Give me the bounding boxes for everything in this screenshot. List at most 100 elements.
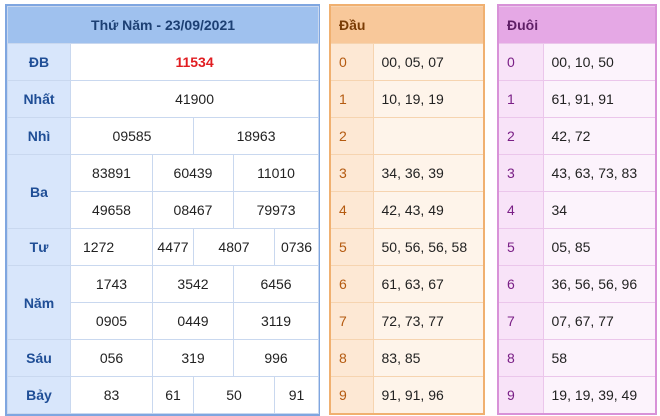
dau-table: Đầu 0 00, 05, 07 1 10, 19, 19 2 3 34, 36, 39 4 4… [329, 4, 485, 415]
table-row: 8 83, 85 [331, 339, 483, 377]
duoi-digit: 4 [499, 191, 544, 229]
prize-number: 83891 [70, 154, 153, 192]
prize-number: 11010 [232, 154, 320, 192]
table-row: 5 05, 85 [499, 228, 655, 266]
table-row: 1 10, 19, 19 [331, 80, 483, 118]
duoi-numbers: 61, 91, 91 [543, 80, 655, 118]
prize-number: 79973 [232, 191, 320, 229]
dau-digit: 2 [331, 117, 374, 155]
duoi-numbers: 05, 85 [543, 228, 655, 266]
duoi-digit: 3 [499, 154, 544, 192]
prize-number: 996 [232, 339, 320, 377]
prize-row-sau: Sáu 056 319 996 [7, 339, 320, 377]
table-row: 0 00, 10, 50 [499, 43, 655, 81]
table-row: 2 [331, 117, 483, 155]
prize-row-nhi: Nhì 09585 18963 [7, 117, 320, 155]
dau-digit: 6 [331, 265, 374, 303]
prize-row-nam: Năm 1743 3542 6456 [7, 265, 320, 340]
dau-digit: 5 [331, 228, 374, 266]
duoi-title: Đuôi [499, 6, 655, 44]
special-prize-number: 11534 [69, 43, 320, 81]
duoi-digit: 5 [499, 228, 544, 266]
duoi-numbers: 00, 10, 50 [543, 43, 655, 81]
prize-row-ba: Ba 83891 60439 11010 [7, 154, 320, 229]
prize-row-nhat: Nhất 41900 [7, 80, 320, 118]
dau-numbers [373, 117, 483, 155]
table-row: 0 00, 05, 07 [331, 43, 483, 81]
duoi-numbers: 19, 19, 39, 49 [543, 376, 655, 413]
dau-numbers: 34, 36, 39 [373, 154, 483, 192]
dau-title: Đầu [331, 6, 483, 44]
table-row: 3 34, 36, 39 [331, 154, 483, 192]
prize-label-nhat: Nhất [7, 80, 71, 118]
duoi-digit: 8 [499, 339, 544, 377]
prize-number: 49658 [70, 191, 153, 229]
prize-row-db: ĐB 11534 [7, 43, 320, 81]
dau-numbers: 91, 91, 96 [373, 376, 483, 413]
dau-digit: 0 [331, 43, 374, 81]
duoi-numbers: 07, 67, 77 [543, 302, 655, 340]
prize-number: 0736 [273, 228, 320, 266]
duoi-table: Đuôi 0 00, 10, 50 1 61, 91, 91 2 42, 72 3 43, 6… [497, 4, 657, 415]
dau-numbers: 61, 63, 67 [373, 265, 483, 303]
dau-numbers: 42, 43, 49 [373, 191, 483, 229]
prize-label-ba: Ba [7, 154, 71, 229]
prize-number: 08467 [152, 191, 234, 229]
prize-number: 0449 [152, 302, 234, 340]
prize-number: 60439 [152, 154, 234, 192]
prize-number: 056 [70, 339, 153, 377]
dau-numbers: 50, 56, 56, 58 [373, 228, 483, 266]
dau-numbers: 00, 05, 07 [373, 43, 483, 81]
prize-number: 1743 [70, 265, 153, 303]
duoi-numbers: 43, 63, 73, 83 [543, 154, 655, 192]
duoi-rows: 0 00, 10, 50 1 61, 91, 91 2 42, 72 3 43, 63, 73… [499, 43, 655, 413]
duoi-digit: 7 [499, 302, 544, 340]
table-row: 6 61, 63, 67 [331, 265, 483, 303]
duoi-digit: 2 [499, 117, 544, 155]
prize-number: 4477 [152, 228, 194, 266]
table-row: 7 72, 73, 77 [331, 302, 483, 340]
table-row: 4 42, 43, 49 [331, 191, 483, 229]
prize-label-nam: Năm [7, 265, 71, 340]
dau-digit: 3 [331, 154, 374, 192]
prize-number: 09585 [70, 117, 194, 155]
table-row: 4 34 [499, 191, 655, 229]
results-date-title: Thứ Năm - 23/09/2021 [6, 6, 320, 44]
table-row: 9 19, 19, 39, 49 [499, 376, 655, 413]
dau-digit: 4 [331, 191, 374, 229]
prize-label-nhi: Nhì [7, 117, 71, 155]
prize-label-tu: Tư [7, 228, 71, 266]
prize-number: 83 [70, 376, 153, 414]
dau-digit: 1 [331, 80, 374, 118]
table-row: 9 91, 91, 96 [331, 376, 483, 413]
duoi-digit: 9 [499, 376, 544, 413]
table-row: 1 61, 91, 91 [499, 80, 655, 118]
prize-number: 91 [273, 376, 320, 414]
prize-number: 319 [152, 339, 234, 377]
dau-digit: 7 [331, 302, 374, 340]
table-row: 6 36, 56, 56, 96 [499, 265, 655, 303]
prize-number: 0905 [70, 302, 153, 340]
prize-number: 18963 [192, 117, 320, 155]
prize-label-bay: Bảy [7, 376, 71, 414]
prize-number: 41900 [69, 80, 320, 118]
table-row: 5 50, 56, 56, 58 [331, 228, 483, 266]
table-row: 2 42, 72 [499, 117, 655, 155]
prize-number: 61 [152, 376, 194, 414]
duoi-numbers: 58 [543, 339, 655, 377]
dau-rows: 0 00, 05, 07 1 10, 19, 19 2 3 34, 36, 39 4 42, 4… [331, 43, 483, 413]
table-row: 8 58 [499, 339, 655, 377]
prize-number: 4807 [193, 228, 275, 266]
table-row: 3 43, 63, 73, 83 [499, 154, 655, 192]
table-row: 7 07, 67, 77 [499, 302, 655, 340]
prize-row-tu: Tư 1272 4477 4807 0736 [7, 228, 320, 266]
duoi-numbers: 34 [543, 191, 655, 229]
prize-label-db: ĐB [7, 43, 71, 81]
prize-label-sau: Sáu [7, 339, 71, 377]
duoi-digit: 1 [499, 80, 544, 118]
prize-number: 50 [193, 376, 275, 414]
prize-number: 3542 [152, 265, 234, 303]
dau-digit: 9 [331, 376, 374, 413]
prize-number: 1272 [70, 228, 153, 266]
dau-numbers: 10, 19, 19 [373, 80, 483, 118]
